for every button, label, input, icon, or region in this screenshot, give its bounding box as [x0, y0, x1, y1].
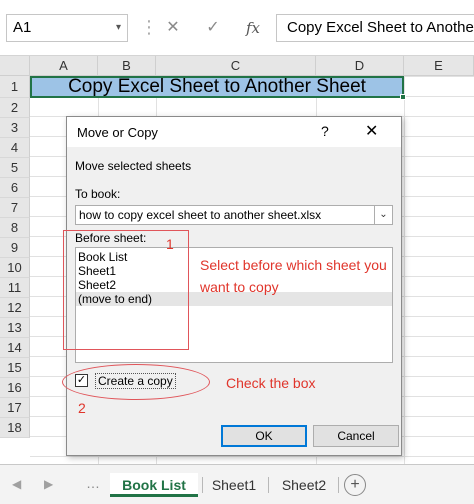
row-header[interactable]: 13 [0, 318, 30, 338]
drag-handle-icon[interactable]: ⋮ [140, 14, 158, 42]
ok-button[interactable]: OK [221, 425, 307, 447]
annotation-text-2: Check the box [226, 375, 316, 391]
row-header[interactable]: 10 [0, 258, 30, 278]
chevron-down-icon[interactable]: ▾ [116, 15, 121, 41]
column-header-b[interactable]: B [98, 56, 156, 76]
to-book-label: To book: [75, 187, 121, 201]
tab-sheet1[interactable]: Sheet1 [204, 473, 264, 497]
dialog-heading: Move selected sheets [75, 159, 192, 173]
help-icon[interactable]: ? [321, 123, 329, 139]
annotation-step-2: 2 [78, 400, 86, 416]
row-header[interactable]: 4 [0, 138, 30, 158]
enter-icon[interactable]: ✓ [200, 14, 226, 42]
row-header[interactable]: 6 [0, 178, 30, 198]
sheet-tab-bar: ◀ ▶ … Book List Sheet1 Sheet2 + [0, 464, 474, 504]
tab-divider [202, 477, 203, 493]
annotation-ellipse [62, 364, 210, 400]
column-header-d[interactable]: D [316, 56, 404, 76]
cell-a1-title[interactable]: Copy Excel Sheet to Another Sheet [30, 76, 404, 98]
row-header[interactable]: 8 [0, 218, 30, 238]
column-header-a[interactable]: A [30, 56, 98, 76]
more-sheets-icon[interactable]: … [86, 475, 100, 491]
tab-book-list[interactable]: Book List [110, 473, 198, 497]
row-header[interactable]: 15 [0, 358, 30, 378]
scroll-left-icon[interactable]: ◀ [12, 477, 21, 491]
tab-divider [268, 477, 269, 493]
row-header[interactable]: 9 [0, 238, 30, 258]
row-header[interactable]: 2 [0, 98, 30, 118]
row-header[interactable]: 14 [0, 338, 30, 358]
tab-sheet2[interactable]: Sheet2 [272, 473, 336, 497]
annotation-step-1: 1 [166, 236, 174, 252]
insert-function-icon[interactable]: fx [240, 14, 266, 42]
to-book-select[interactable]: how to copy excel sheet to another sheet… [75, 205, 393, 225]
row-header[interactable]: 1 [0, 76, 30, 98]
row-header[interactable]: 7 [0, 198, 30, 218]
chevron-down-icon[interactable]: ⌄ [374, 206, 392, 224]
scroll-right-icon[interactable]: ▶ [44, 477, 53, 491]
row-header[interactable]: 12 [0, 298, 30, 318]
row-header[interactable]: 3 [0, 118, 30, 138]
to-book-value: how to copy excel sheet to another sheet… [79, 208, 322, 222]
select-all-corner[interactable] [0, 56, 30, 76]
cancel-button[interactable]: Cancel [313, 425, 399, 447]
annotation-text-1: Select before which sheet you want to co… [200, 257, 387, 295]
tab-divider [338, 477, 339, 493]
formula-bar: A1 ▾ ⋮ ✕ ✓ fx Copy Excel Sheet to Anothe… [0, 0, 474, 56]
formula-input[interactable]: Copy Excel Sheet to Another Sheet [276, 14, 474, 42]
add-sheet-button[interactable]: + [344, 474, 366, 496]
column-header-e[interactable]: E [404, 56, 474, 76]
fill-handle[interactable] [400, 94, 406, 100]
name-box-value: A1 [13, 19, 32, 36]
name-box[interactable]: A1 ▾ [6, 14, 128, 42]
row-header[interactable]: 5 [0, 158, 30, 178]
row-header[interactable]: 16 [0, 378, 30, 398]
row-header[interactable]: 11 [0, 278, 30, 298]
close-icon[interactable]: ✕ [365, 121, 378, 141]
dialog-title: Move or Copy [77, 125, 158, 140]
column-header-c[interactable]: C [156, 56, 316, 76]
cancel-icon[interactable]: ✕ [160, 14, 186, 42]
row-header[interactable]: 18 [0, 418, 30, 438]
row-header[interactable]: 17 [0, 398, 30, 418]
